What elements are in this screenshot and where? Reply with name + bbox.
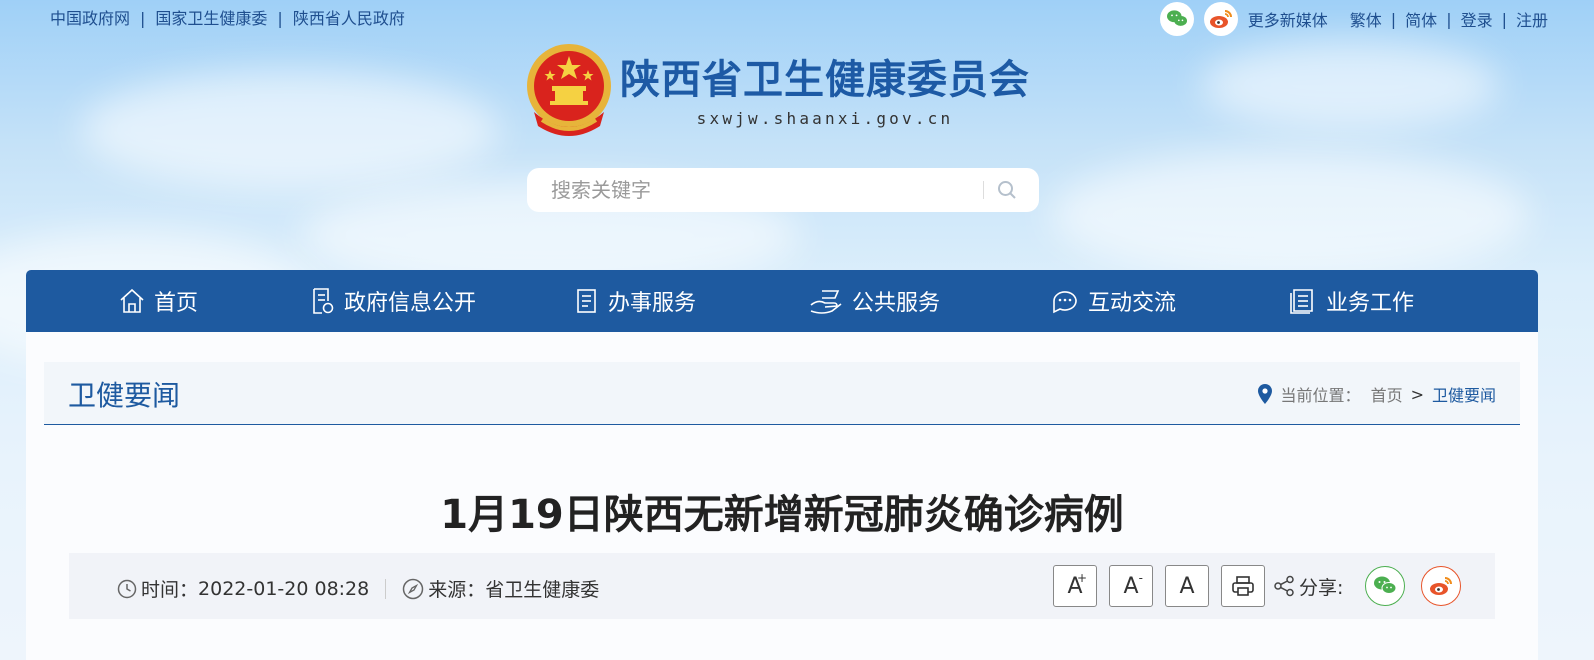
nav-gov-info[interactable]: 政府信息公开 [310,270,476,332]
print-icon [1232,576,1254,596]
section-title: 卫健要闻 [68,379,181,412]
link-simplified[interactable]: 简体 [1405,7,1437,31]
wechat-icon[interactable] [1159,2,1194,36]
more-media-link[interactable]: 更多新媒体 [1248,7,1328,31]
font-default-button[interactable]: A [1165,565,1209,607]
weibo-icon [1430,577,1453,595]
nav-label: 互动交流 [1088,291,1177,316]
share-wechat-button[interactable] [1365,566,1406,606]
clipboard-icon [577,289,596,313]
location-pin-icon [1257,384,1272,404]
wechat-icon [1374,576,1397,594]
link-register[interactable]: 注册 [1516,7,1548,31]
weibo-icon[interactable] [1203,2,1238,36]
source-label: 来源： [428,579,486,601]
clock-icon [117,579,137,598]
link-traditional[interactable]: 繁体 [1350,7,1382,31]
article-source: 省卫生健康委 [485,579,600,601]
nav-label: 业务工作 [1326,291,1415,316]
breadcrumb-separator: > [1410,384,1424,404]
main-nav: 首页 政府信息公开 办事服务 公共服务 互动交流 业务工作 [26,270,1538,332]
link-gov-cn[interactable]: 中国政府网 [50,9,130,28]
nav-affairs[interactable]: 办事服务 [574,270,696,332]
nav-public-service[interactable]: 公共服务 [808,270,940,332]
top-bar: 中国政府网 | 国家卫生健康委 | 陕西省人民政府 更多新媒体 繁体 | 简体 | 登录 [0,0,1594,36]
breadcrumb-bar: 卫健要闻 当前位置： 首页 > 卫健要闻 [44,362,1520,425]
content-panel: 卫健要闻 当前位置： 首页 > 卫健要闻 1月19日陕西无新增新冠肺炎确诊病例 … [26,332,1538,660]
font-smaller-button[interactable]: A- [1109,565,1153,607]
nav-interaction[interactable]: 互动交流 [1050,270,1176,332]
search-input[interactable] [549,177,983,203]
nav-label: 首页 [154,291,199,316]
compass-icon [402,578,424,599]
hand-icon [810,290,842,314]
article-meta-bar: 时间： 2022-01-20 08:28 来源： 省卫生健康委 A + A- A … [69,553,1495,619]
book-icon [1290,289,1313,314]
top-links: 中国政府网 | 国家卫生健康委 | 陕西省人民政府 [50,9,405,28]
top-right: 更多新媒体 繁体 | 简体 | 登录 | 注册 [1150,2,1548,36]
site-title: 陕西省卫生健康委员会 [620,55,1030,103]
article-tools: A + A- A 分享: [1053,565,1477,607]
share-weibo-button[interactable] [1421,566,1462,606]
nav-label: 政府信息公开 [344,291,477,316]
share-label: 分享: [1299,576,1344,599]
site-logo[interactable]: 陕西省卫生健康委员会 sxwjw.shaanxi.gov.cn [524,42,1030,140]
nav-label: 办事服务 [608,291,697,316]
national-emblem-icon [527,44,611,136]
home-icon [120,288,144,313]
breadcrumb-home[interactable]: 首页 [1371,382,1403,406]
link-nhc[interactable]: 国家卫生健康委 [155,9,267,28]
search-box [527,168,1039,212]
font-larger-button[interactable]: A + [1053,565,1097,607]
search-button[interactable] [994,177,1020,203]
share-group: 分享: [1273,566,1477,606]
link-shaanxi-gov[interactable]: 陕西省人民政府 [293,9,405,28]
search-icon [998,181,1016,199]
link-login[interactable]: 登录 [1461,7,1493,31]
breadcrumb-label: 当前位置： [1280,386,1361,405]
article-title: 1月19日陕西无新增新冠肺炎确诊病例 [440,492,1124,538]
chat-icon [1053,291,1077,314]
time-label: 时间： [141,579,199,601]
publish-time: 2022-01-20 08:28 [198,577,370,600]
nav-label: 公共服务 [852,291,941,316]
breadcrumb-current[interactable]: 卫健要闻 [1432,382,1496,406]
print-button[interactable] [1221,565,1265,607]
document-icon [313,288,334,314]
breadcrumb: 当前位置： 首页 > 卫健要闻 [1257,382,1496,406]
nav-business[interactable]: 业务工作 [1288,270,1414,332]
share-icon [1274,575,1294,597]
nav-home[interactable]: 首页 [118,270,198,332]
site-url: sxwjw.shaanxi.gov.cn [696,108,954,128]
